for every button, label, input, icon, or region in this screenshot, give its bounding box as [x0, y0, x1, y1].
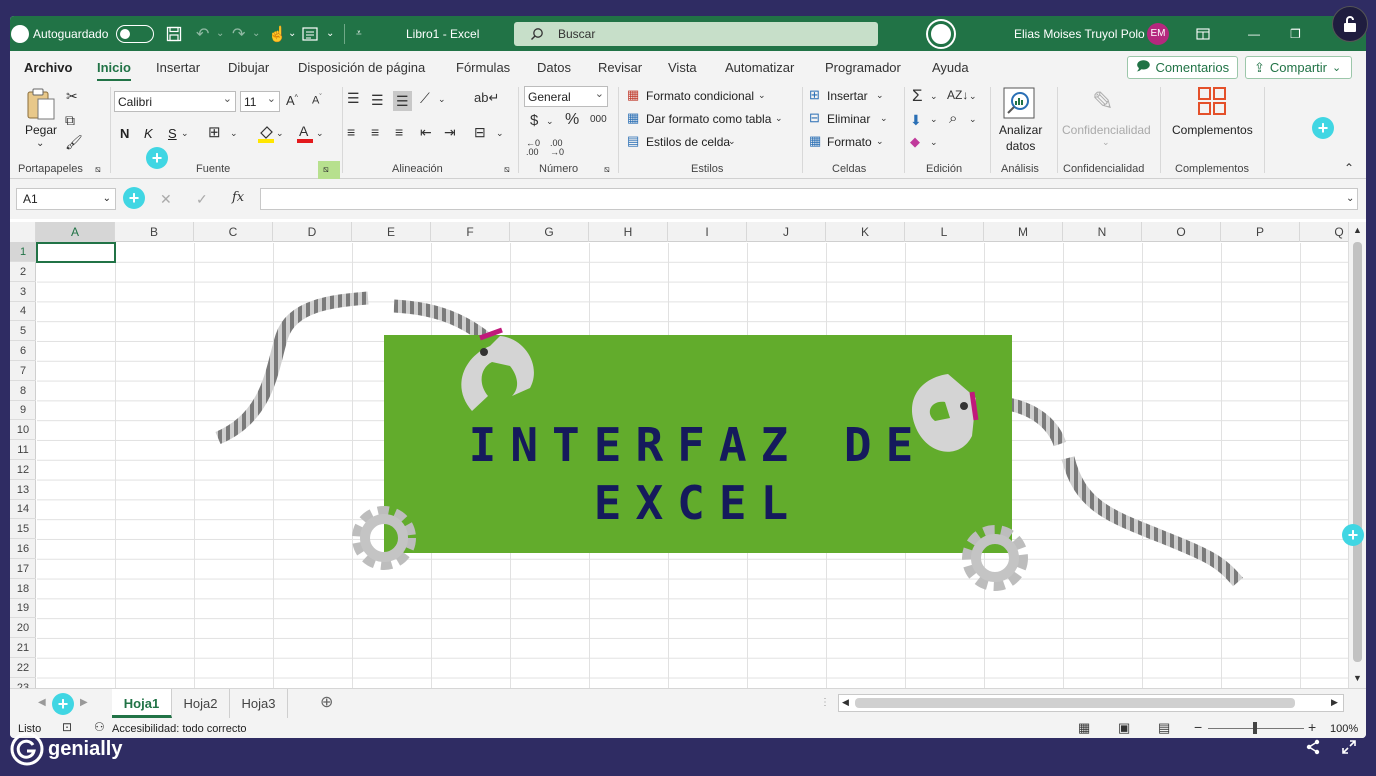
- normal-view-icon[interactable]: ▦: [1078, 721, 1090, 734]
- page-layout-icon[interactable]: ▣: [1118, 721, 1130, 734]
- share-overlay-icon[interactable]: [1298, 732, 1328, 762]
- scroll-right-icon[interactable]: ▶: [1331, 698, 1338, 707]
- sheet-tabs-bar: ◀ ▶ Hoja1 Hoja2 Hoja3 ⊕ ⋮ ◀ ▶ +: [10, 688, 1366, 718]
- new-sheet-icon[interactable]: ⊕: [320, 695, 333, 711]
- hscroll-thumb[interactable]: [855, 698, 1295, 708]
- sheet-tab-hoja1[interactable]: Hoja1: [112, 689, 172, 718]
- next-sheet-icon[interactable]: ▶: [80, 698, 88, 708]
- accessibility-status[interactable]: Accesibilidad: todo correcto: [112, 723, 247, 735]
- fullscreen-icon[interactable]: [1334, 732, 1364, 762]
- scroll-left-icon[interactable]: ◀: [842, 698, 849, 707]
- banner-title: INTERFAZ DE EXCEL: [384, 416, 1012, 532]
- page-break-icon[interactable]: ▤: [1158, 721, 1170, 734]
- banner-title-line1: INTERFAZ DE: [468, 418, 928, 472]
- sheet-tab-hoja2[interactable]: Hoja2: [172, 689, 230, 718]
- sheet-tab-hoja3[interactable]: Hoja3: [230, 689, 288, 718]
- genially-plus-icon[interactable]: +: [1342, 524, 1364, 546]
- genially-brand: genially: [48, 737, 123, 760]
- zoom-out-icon[interactable]: −: [1194, 720, 1202, 734]
- excel-window: Autoguardado ↶ ⌄ ↷ ⌄ ☝ ⌄ ⌄ ⩡ Libro1 - Ex…: [10, 16, 1366, 738]
- genially-logo[interactable]: genially: [10, 732, 122, 766]
- genially-plus-icon[interactable]: +: [52, 693, 74, 715]
- plug-top-left: [461, 327, 534, 411]
- tabs-split-icon[interactable]: ⋮: [820, 698, 830, 708]
- zoom-slider-thumb[interactable]: [1253, 722, 1257, 734]
- horizontal-scrollbar[interactable]: ◀ ▶: [838, 694, 1344, 712]
- status-bar: Listo ⊡ ⚇ Accesibilidad: todo correcto ▦…: [10, 718, 1366, 738]
- banner-connectors: [352, 327, 1028, 591]
- banner-title-line2: EXCEL: [593, 476, 803, 530]
- genially-g-icon: [10, 732, 44, 766]
- unlock-icon[interactable]: [1332, 6, 1368, 42]
- gear-right: [962, 525, 1028, 591]
- prev-sheet-icon[interactable]: ◀: [38, 698, 46, 708]
